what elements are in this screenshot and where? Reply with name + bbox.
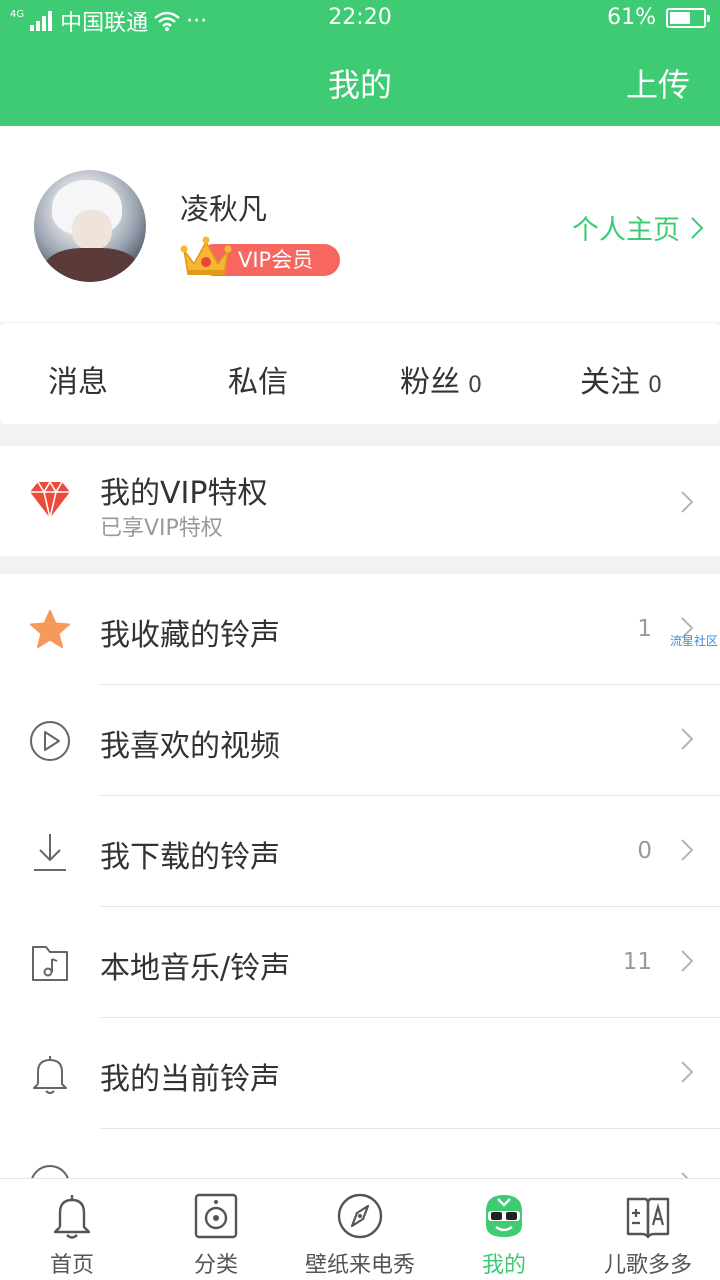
nav-category[interactable]: 分类 [144,1179,288,1280]
chevron-right-icon [681,950,694,972]
nav-home[interactable]: 首页 [0,1179,144,1280]
nav-label: 首页 [49,1253,94,1278]
list-item-count: 0 [637,838,652,864]
battery-icon [666,7,710,28]
nav-label: 分类 [193,1253,238,1278]
stats-row: 消息 私信 粉丝 0 关注 0 [0,322,720,424]
list-item-label: 我收藏的铃声 [100,618,280,653]
play-circle-icon [30,721,70,761]
download-icon [34,834,66,871]
speaker-icon [194,1193,238,1239]
list-item-local-music[interactable]: 本地音乐/铃声 11 [0,907,720,1018]
personal-homepage-link[interactable]: 个人主页 [572,208,704,247]
partial-icon [31,1165,69,1178]
stat-fans[interactable]: 粉丝 0 [400,357,482,401]
vip-privilege-title: 我的VIP特权 [100,476,268,511]
upload-button[interactable]: 上传 [626,60,690,106]
crown-icon [180,236,232,275]
bell-icon [33,1056,67,1094]
list-item-label: 本地音乐/铃声 [100,951,291,986]
chevron-right-icon [681,728,694,750]
nav-mine[interactable]: 我的 [432,1179,576,1280]
stat-label: 粉丝 [400,365,460,400]
avatar[interactable] [34,170,146,282]
list-item-label: 我的当前铃声 [100,1062,280,1097]
stat-private-messages[interactable]: 私信 [228,357,296,401]
stat-label: 关注 [580,365,640,400]
vip-privilege-subtitle: 已享VIP特权 [100,516,223,541]
list-item-liked-videos[interactable]: 我喜欢的视频 [0,685,720,796]
list-item-count: 11 [622,949,652,975]
chevron-right-icon [681,491,694,513]
list-item-count: 1 [637,616,652,642]
personal-homepage-label: 个人主页 [572,215,680,246]
nav-wallpaper[interactable]: 壁纸来电秀 [288,1179,432,1280]
top-bar: 4G 中国联通 ··· 22:20 61% 我的 上传 [0,0,720,126]
chevron-right-icon [681,839,694,861]
list-item-downloaded-ringtones[interactable]: 我下载的铃声 0 [0,796,720,907]
vip-privilege-row[interactable]: 我的VIP特权 已享VIP特权 [0,446,720,556]
bottom-navigation: 首页 分类 壁纸来电秀 我的 儿歌多多 [0,1178,720,1280]
profile-card: 凌秋凡 VIP会员 个人主页 [0,126,720,322]
battery-percent: 61% [607,5,656,30]
stat-count: 0 [648,373,662,398]
status-bar: 4G 中国联通 ··· 22:20 61% [0,0,720,38]
list-item-partial[interactable] [0,1129,720,1178]
stat-messages[interactable]: 消息 [48,357,116,401]
music-folder-icon [32,946,68,981]
list-item-label: 我下载的铃声 [100,840,280,875]
stat-following[interactable]: 关注 0 [580,357,662,401]
nav-label: 我的 [481,1253,526,1278]
mascot-icon [486,1195,522,1237]
chevron-right-icon [691,216,704,239]
page-title: 我的 [327,66,392,104]
chevron-right-icon [681,1172,689,1178]
stat-label: 消息 [48,365,108,400]
star-icon [30,610,70,648]
diamond-icon [30,480,70,519]
compass-icon [337,1193,383,1239]
menu-list: 我收藏的铃声 1 流星社区 我喜欢的视频 我下载的铃声 0 本地音乐/铃声 11… [0,574,720,1178]
book-icon [626,1197,670,1239]
username: 凌秋凡 [180,192,268,226]
nav-label: 壁纸来电秀 [304,1253,415,1278]
list-item-favorite-ringtones[interactable]: 我收藏的铃声 1 流星社区 [0,574,720,685]
stat-label: 私信 [228,365,288,400]
nav-kids-songs[interactable]: 儿歌多多 [576,1179,720,1280]
nav-label: 儿歌多多 [603,1253,692,1278]
list-item-current-ringtone[interactable]: 我的当前铃声 [0,1018,720,1129]
bell-icon [53,1195,91,1239]
watermark-text: 流星社区 [669,634,718,648]
stat-count: 0 [468,373,482,398]
list-item-label: 我喜欢的视频 [100,729,280,764]
chevron-right-icon [681,1061,694,1083]
